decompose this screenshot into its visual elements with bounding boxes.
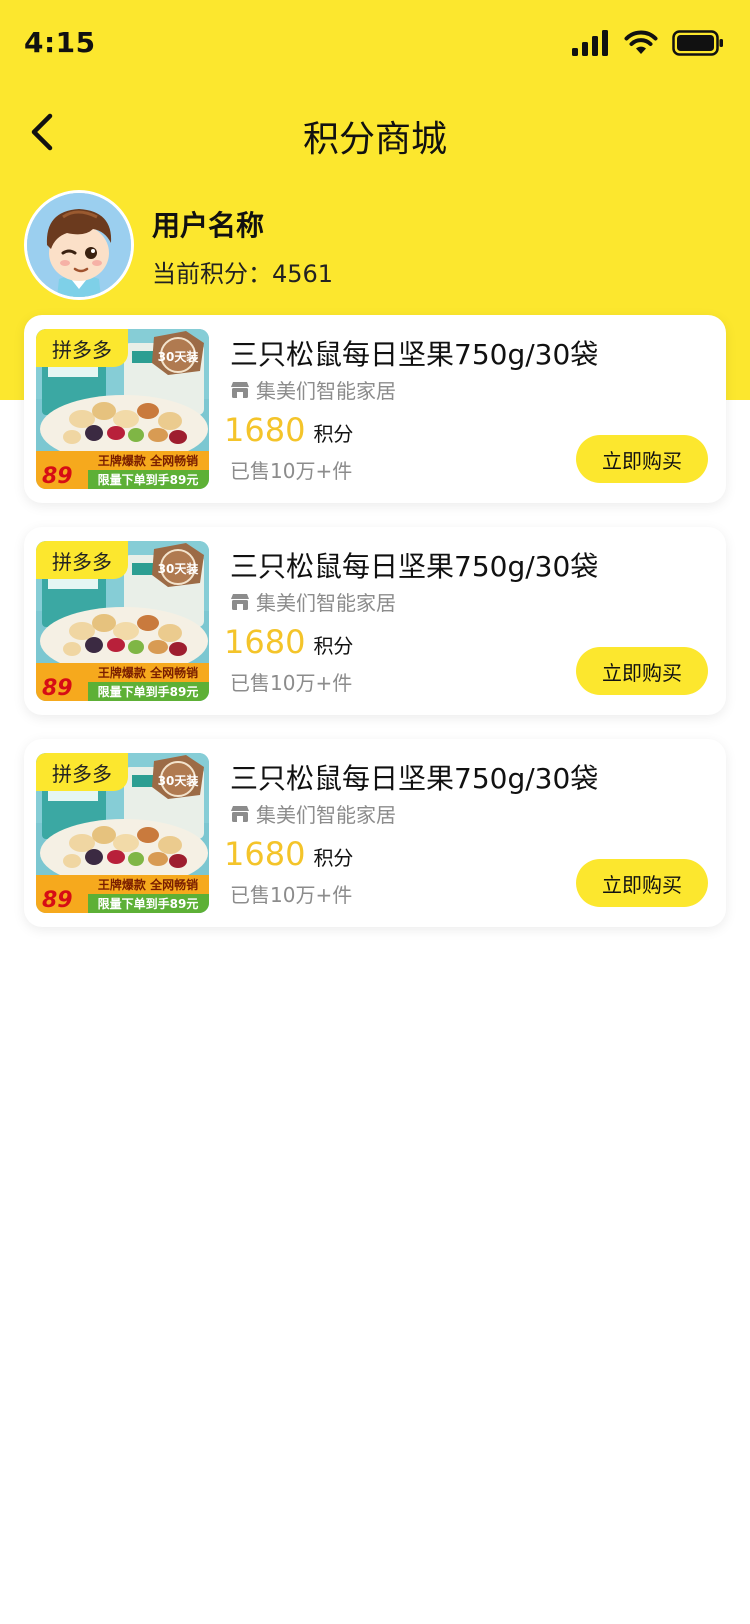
shop-name: 集美们智能家居 — [256, 379, 396, 403]
product-image[interactable]: 30天装 王牌爆款 全网畅销 限量下单到手89元 89 拼多多 — [36, 329, 209, 489]
avatar-illustration — [27, 193, 131, 297]
shop-name: 集美们智能家居 — [256, 591, 396, 615]
battery-icon — [672, 30, 723, 56]
current-points: 当前积分：4561 — [152, 260, 334, 288]
product-image[interactable]: 30天装 王牌爆款 全网畅销 限量下单到手89元 89 拼多多 — [36, 753, 209, 913]
store-icon — [231, 805, 249, 822]
status-bar: 4:15 — [0, 0, 750, 92]
store-icon — [231, 593, 249, 610]
product-card[interactable]: 30天装 王牌爆款 全网畅销 限量下单到手89元 89 拼多多 三只松鼠每日坚果… — [24, 315, 726, 503]
banner-line1: 王牌爆款 全网畅销 — [98, 877, 198, 892]
points-price: 1680 积分 — [224, 411, 353, 449]
points-price: 1680 积分 — [224, 623, 353, 661]
buy-now-button[interactable]: 立即购买 — [576, 647, 708, 695]
user-profile: 用户名称 当前积分：4561 — [24, 190, 724, 300]
product-card[interactable]: 30天装 王牌爆款 全网畅销 限量下单到手89元 89 拼多多 三只松鼠每日坚果… — [24, 527, 726, 715]
product-image[interactable]: 30天装 王牌爆款 全网畅销 限量下单到手89元 89 拼多多 — [36, 541, 209, 701]
points-unit: 积分 — [313, 846, 354, 870]
shop-name: 集美们智能家居 — [256, 803, 396, 827]
points-price: 1680 积分 — [224, 835, 353, 873]
points-value: 1680 — [224, 835, 306, 873]
product-title: 三只松鼠每日坚果750g/30袋 — [230, 550, 599, 583]
package-badge-text: 30天装 — [158, 561, 199, 576]
banner-line1: 王牌爆款 全网畅销 — [98, 665, 198, 680]
banner-line2: 限量下单到手89元 — [98, 472, 199, 487]
avatar[interactable] — [24, 190, 134, 300]
user-name: 用户名称 — [152, 209, 265, 242]
status-time: 4:15 — [24, 26, 96, 59]
banner-line2: 限量下单到手89元 — [98, 896, 199, 911]
points-unit: 积分 — [313, 634, 354, 658]
buy-now-button[interactable]: 立即购买 — [576, 859, 708, 907]
platform-tag: 拼多多 — [36, 329, 128, 367]
product-title: 三只松鼠每日坚果750g/30袋 — [230, 338, 599, 371]
nav-bar: 积分商城 — [0, 92, 750, 172]
page-title: 积分商城 — [302, 119, 447, 160]
wifi-icon — [624, 30, 658, 54]
shop-info[interactable]: 集美们智能家居 — [230, 375, 396, 404]
product-card[interactable]: 30天装 王牌爆款 全网畅销 限量下单到手89元 89 拼多多 三只松鼠每日坚果… — [24, 739, 726, 927]
store-icon — [231, 381, 249, 398]
signal-icon — [572, 30, 608, 56]
banner-line1: 王牌爆款 全网畅销 — [98, 453, 198, 468]
product-list: 30天装 王牌爆款 全网畅销 限量下单到手89元 89 拼多多 三只松鼠每日坚果… — [24, 315, 726, 951]
status-icons — [572, 30, 724, 56]
points-value: 1680 — [224, 623, 306, 661]
shop-info[interactable]: 集美们智能家居 — [230, 799, 396, 828]
sold-count: 已售10万+件 — [230, 671, 353, 695]
platform-tag: 拼多多 — [36, 541, 128, 579]
points-unit: 积分 — [313, 422, 354, 446]
package-badge-text: 30天装 — [158, 773, 199, 788]
price-tag-text: 89 — [42, 464, 73, 489]
buy-now-button[interactable]: 立即购买 — [576, 435, 708, 483]
sold-count: 已售10万+件 — [230, 883, 353, 907]
platform-tag: 拼多多 — [36, 753, 128, 791]
price-tag-text: 89 — [42, 888, 73, 913]
price-tag-text: 89 — [42, 676, 73, 701]
shop-info[interactable]: 集美们智能家居 — [230, 587, 396, 616]
package-badge-text: 30天装 — [158, 349, 199, 364]
sold-count: 已售10万+件 — [230, 459, 353, 483]
product-title: 三只松鼠每日坚果750g/30袋 — [230, 762, 599, 795]
points-value: 1680 — [224, 411, 306, 449]
banner-line2: 限量下单到手89元 — [98, 684, 199, 699]
